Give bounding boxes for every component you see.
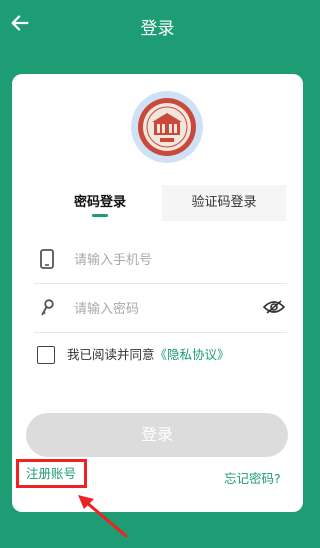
password-input[interactable] — [72, 296, 256, 322]
page-title: 登录 — [140, 19, 175, 39]
tab-password-login-label: 密码登录 — [73, 195, 126, 210]
password-field-row — [34, 284, 287, 333]
annotation-arrow-icon — [78, 495, 128, 538]
login-card: 密码登录 验证码登录 我已阅读并同意《隐私协议》 登录 — [12, 74, 303, 512]
tab-password-login[interactable]: 密码登录 — [38, 185, 162, 221]
agreement-checkbox[interactable] — [37, 346, 55, 364]
school-emblem-logo — [138, 98, 196, 156]
key-icon — [41, 299, 54, 316]
forgot-password-link[interactable]: 忘记密码? — [224, 468, 281, 487]
eye-off-icon[interactable] — [263, 299, 285, 315]
register-account-link[interactable]: 注册账号 — [26, 463, 76, 482]
phone-icon — [40, 249, 54, 269]
privacy-policy-link[interactable]: 《隐私协议》 — [155, 347, 230, 362]
top-bar: 登录 — [0, 0, 315, 52]
tab-code-login[interactable]: 验证码登录 — [162, 185, 286, 221]
phone-field-row — [34, 235, 287, 284]
phone-input[interactable] — [72, 247, 256, 273]
active-tab-indicator — [92, 214, 108, 217]
agreement-text: 我已阅读并同意《隐私协议》 — [67, 345, 230, 365]
login-mode-tabs: 密码登录 验证码登录 — [38, 185, 286, 221]
tab-code-login-label: 验证码登录 — [191, 195, 257, 210]
logo-container — [131, 91, 203, 163]
agreement-label: 我已阅读并同意 — [67, 347, 155, 362]
login-button[interactable]: 登录 — [26, 413, 288, 457]
